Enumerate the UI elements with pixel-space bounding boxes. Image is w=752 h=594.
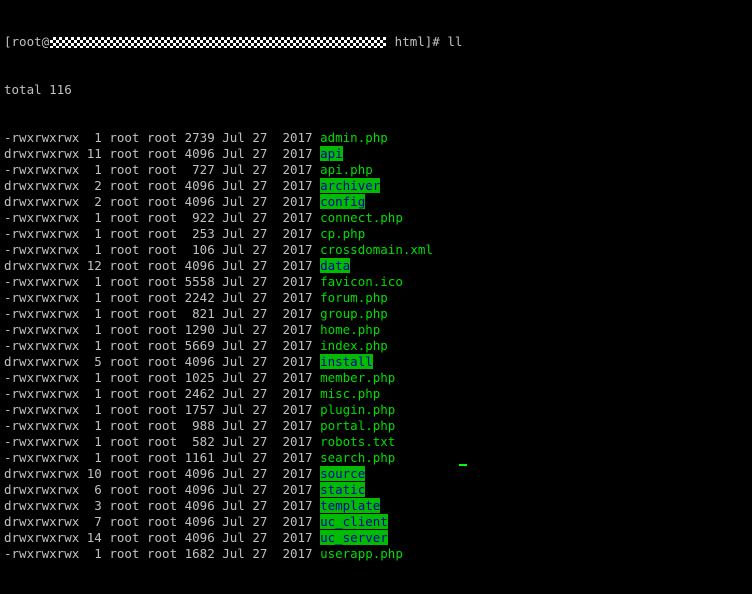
- file-row: -rwxrwxrwx 1 root root 1290 Jul 27 2017 …: [4, 322, 752, 338]
- file-name: plugin.php: [320, 402, 396, 417]
- file-row: -rwxrwxrwx 1 root root 727 Jul 27 2017 a…: [4, 162, 752, 178]
- entry-meta: -rwxrwxrwx 1 root root 253 Jul 27 2017: [4, 226, 321, 241]
- file-row: -rwxrwxrwx 1 root root 2242 Jul 27 2017 …: [4, 290, 752, 306]
- file-name: userapp.php: [320, 546, 403, 561]
- file-row: -rwxrwxrwx 1 root root 1025 Jul 27 2017 …: [4, 370, 752, 386]
- directory-row: drwxrwxrwx 2 root root 4096 Jul 27 2017 …: [4, 178, 752, 194]
- file-row: -rwxrwxrwx 1 root root 5558 Jul 27 2017 …: [4, 274, 752, 290]
- entry-meta: drwxrwxrwx 11 root root 4096 Jul 27 2017: [4, 146, 321, 161]
- file-name: group.php: [320, 306, 388, 321]
- entry-meta: -rwxrwxrwx 1 root root 2739 Jul 27 2017: [4, 130, 321, 145]
- directory-name: uc_server: [320, 530, 388, 545]
- file-name: member.php: [320, 370, 396, 385]
- prompt-prefix: [root@: [4, 34, 50, 49]
- entry-meta: -rwxrwxrwx 1 root root 922 Jul 27 2017: [4, 210, 321, 225]
- entry-meta: -rwxrwxrwx 1 root root 1682 Jul 27 2017: [4, 546, 321, 561]
- entry-meta: -rwxrwxrwx 1 root root 1290 Jul 27 2017: [4, 322, 321, 337]
- file-name: index.php: [320, 338, 388, 353]
- directory-row: drwxrwxrwx 12 root root 4096 Jul 27 2017…: [4, 258, 752, 274]
- directory-row: drwxrwxrwx 14 root root 4096 Jul 27 2017…: [4, 530, 752, 546]
- file-row: -rwxrwxrwx 1 root root 1682 Jul 27 2017 …: [4, 546, 752, 562]
- terminal-window[interactable]: [root@ html]# ll total 116 -rwxrwxrwx 1 …: [0, 0, 752, 561]
- file-name: forum.php: [320, 290, 388, 305]
- file-name: robots.txt: [320, 434, 396, 449]
- file-row: -rwxrwxrwx 1 root root 106 Jul 27 2017 c…: [4, 242, 752, 258]
- directory-row: drwxrwxrwx 2 root root 4096 Jul 27 2017 …: [4, 194, 752, 210]
- file-row: -rwxrwxrwx 1 root root 5669 Jul 27 2017 …: [4, 338, 752, 354]
- file-row: -rwxrwxrwx 1 root root 582 Jul 27 2017 r…: [4, 434, 752, 450]
- redacted-hostname: [50, 36, 387, 48]
- file-name: portal.php: [320, 418, 396, 433]
- entry-meta: -rwxrwxrwx 1 root root 1161 Jul 27 2017: [4, 450, 321, 465]
- entry-meta: drwxrwxrwx 5 root root 4096 Jul 27 2017: [4, 354, 321, 369]
- file-row: -rwxrwxrwx 1 root root 821 Jul 27 2017 g…: [4, 306, 752, 322]
- file-name: search.php: [320, 450, 396, 465]
- file-row: -rwxrwxrwx 1 root root 253 Jul 27 2017 c…: [4, 226, 752, 242]
- entry-meta: -rwxrwxrwx 1 root root 2462 Jul 27 2017: [4, 386, 321, 401]
- directory-name: install: [320, 354, 373, 369]
- file-row: -rwxrwxrwx 1 root root 1757 Jul 27 2017 …: [4, 402, 752, 418]
- file-row: -rwxrwxrwx 1 root root 1161 Jul 27 2017 …: [4, 450, 752, 466]
- entry-meta: -rwxrwxrwx 1 root root 2242 Jul 27 2017: [4, 290, 321, 305]
- entry-meta: -rwxrwxrwx 1 root root 821 Jul 27 2017: [4, 306, 321, 321]
- file-name: cp.php: [320, 226, 366, 241]
- file-row: -rwxrwxrwx 1 root root 988 Jul 27 2017 p…: [4, 418, 752, 434]
- terminal-cursor: [459, 464, 467, 466]
- entry-meta: -rwxrwxrwx 1 root root 1025 Jul 27 2017: [4, 370, 321, 385]
- entry-meta: drwxrwxrwx 3 root root 4096 Jul 27 2017: [4, 498, 321, 513]
- total-line: total 116: [4, 82, 72, 97]
- file-name: api.php: [320, 162, 373, 177]
- entry-meta: -rwxrwxrwx 1 root root 1757 Jul 27 2017: [4, 402, 321, 417]
- file-name: admin.php: [320, 130, 388, 145]
- directory-row: drwxrwxrwx 5 root root 4096 Jul 27 2017 …: [4, 354, 752, 370]
- file-name: favicon.ico: [320, 274, 403, 289]
- directory-listing: -rwxrwxrwx 1 root root 2739 Jul 27 2017 …: [4, 130, 752, 562]
- command-text: ll: [447, 34, 463, 49]
- entry-meta: -rwxrwxrwx 1 root root 988 Jul 27 2017: [4, 418, 321, 433]
- entry-meta: drwxrwxrwx 2 root root 4096 Jul 27 2017: [4, 194, 321, 209]
- entry-meta: drwxrwxrwx 6 root root 4096 Jul 27 2017: [4, 482, 321, 497]
- directory-name: source: [320, 466, 366, 481]
- directory-name: config: [320, 194, 366, 209]
- file-name: home.php: [320, 322, 381, 337]
- directory-row: drwxrwxrwx 11 root root 4096 Jul 27 2017…: [4, 146, 752, 162]
- directory-name: static: [320, 482, 366, 497]
- entry-meta: drwxrwxrwx 14 root root 4096 Jul 27 2017: [4, 530, 321, 545]
- directory-row: drwxrwxrwx 10 root root 4096 Jul 27 2017…: [4, 466, 752, 482]
- directory-name: api: [320, 146, 343, 161]
- entry-meta: drwxrwxrwx 10 root root 4096 Jul 27 2017: [4, 466, 321, 481]
- entry-meta: -rwxrwxrwx 1 root root 727 Jul 27 2017: [4, 162, 321, 177]
- entry-meta: drwxrwxrwx 2 root root 4096 Jul 27 2017: [4, 178, 321, 193]
- entry-meta: -rwxrwxrwx 1 root root 5558 Jul 27 2017: [4, 274, 321, 289]
- directory-row: drwxrwxrwx 7 root root 4096 Jul 27 2017 …: [4, 514, 752, 530]
- prompt-suffix: html]#: [387, 34, 448, 49]
- file-row: -rwxrwxrwx 1 root root 922 Jul 27 2017 c…: [4, 210, 752, 226]
- file-row: -rwxrwxrwx 1 root root 2462 Jul 27 2017 …: [4, 386, 752, 402]
- file-name: crossdomain.xml: [320, 242, 433, 257]
- directory-row: drwxrwxrwx 3 root root 4096 Jul 27 2017 …: [4, 498, 752, 514]
- directory-row: drwxrwxrwx 6 root root 4096 Jul 27 2017 …: [4, 482, 752, 498]
- directory-name: uc_client: [320, 514, 388, 529]
- file-name: misc.php: [320, 386, 381, 401]
- file-name: connect.php: [320, 210, 403, 225]
- file-row: -rwxrwxrwx 1 root root 2739 Jul 27 2017 …: [4, 130, 752, 146]
- entry-meta: -rwxrwxrwx 1 root root 106 Jul 27 2017: [4, 242, 321, 257]
- prompt-line: [root@ html]# ll: [4, 34, 752, 50]
- entry-meta: -rwxrwxrwx 1 root root 582 Jul 27 2017: [4, 434, 321, 449]
- entry-meta: -rwxrwxrwx 1 root root 5669 Jul 27 2017: [4, 338, 321, 353]
- directory-name: template: [320, 498, 381, 513]
- entry-meta: drwxrwxrwx 12 root root 4096 Jul 27 2017: [4, 258, 321, 273]
- entry-meta: drwxrwxrwx 7 root root 4096 Jul 27 2017: [4, 514, 321, 529]
- directory-name: archiver: [320, 178, 381, 193]
- directory-name: data: [320, 258, 351, 273]
